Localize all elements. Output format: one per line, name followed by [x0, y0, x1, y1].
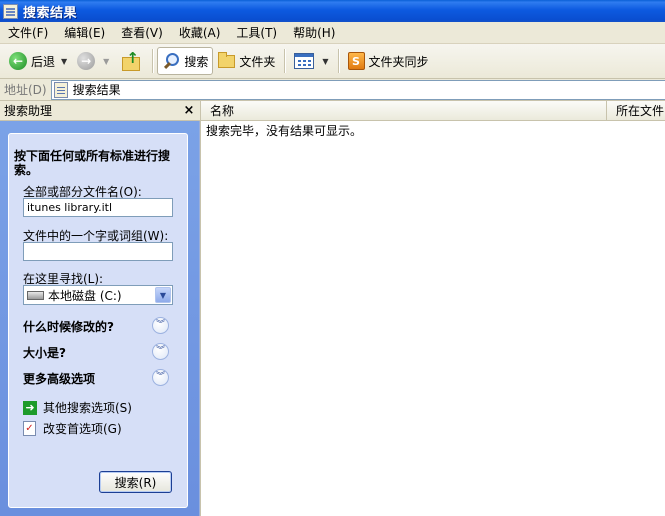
folders-button[interactable]: 文件夹 [213, 47, 280, 75]
search-assistant-header: 搜索助理 × [0, 101, 200, 121]
change-preferences-label: 改变首选项(G) [43, 422, 122, 436]
up-folder-button[interactable] [114, 47, 148, 75]
search-label: 搜索 [184, 54, 209, 69]
search-instructions: 按下面任何或所有标准进行搜索。 [14, 149, 171, 177]
search-assistant-title: 搜索助理 [4, 104, 53, 118]
menu-help[interactable]: 帮助(H) [285, 22, 343, 44]
toolbar-separator [284, 49, 286, 73]
window-title: 搜索结果 [23, 5, 78, 21]
preferences-check-icon: ✓ [23, 421, 36, 436]
search-results-icon [53, 81, 68, 98]
folder-up-icon [121, 49, 141, 71]
run-search-button[interactable]: 搜索(R) [99, 471, 172, 493]
folder-sync-label: 文件夹同步 [368, 54, 429, 69]
search-button[interactable]: 搜索 [157, 47, 214, 75]
folder-sync-button[interactable]: S 文件夹同步 [343, 47, 434, 75]
expand-when-modified-icon[interactable]: ︾ [152, 317, 169, 334]
other-search-options-label: 其他搜索选项(S) [43, 401, 132, 415]
folders-label: 文件夹 [239, 54, 276, 69]
menu-tools[interactable]: 工具(T) [228, 22, 285, 44]
results-column-headers: 名称 所在文件 [201, 101, 665, 121]
expand-size-icon[interactable]: ︾ [152, 343, 169, 360]
forward-arrow-icon: → [77, 52, 96, 70]
column-header-in-folder[interactable]: 所在文件 [607, 101, 665, 120]
section-size[interactable]: 大小是? [23, 344, 66, 361]
other-search-options-link[interactable]: ➜ 其他搜索选项(S) [23, 399, 132, 416]
word-or-phrase-input[interactable] [23, 242, 173, 261]
section-advanced-options[interactable]: 更多高级选项 [23, 370, 95, 387]
green-arrow-icon: ➜ [23, 400, 37, 415]
filename-input[interactable]: itunes library.itl [23, 198, 173, 217]
column-header-name[interactable]: 名称 [201, 101, 607, 120]
title-bar: 搜索结果 [0, 0, 665, 22]
chevron-down-icon[interactable]: ▼ [155, 287, 171, 303]
toolbar-separator [337, 49, 339, 73]
back-button[interactable]: ← 后退 ▼ [4, 47, 72, 75]
menu-view[interactable]: 查看(V) [113, 22, 171, 44]
views-icon [294, 53, 315, 69]
menu-bar: 文件(F) 编辑(E) 查看(V) 收藏(A) 工具(T) 帮助(H) [0, 22, 665, 44]
toolbar-separator [152, 49, 154, 73]
menu-favorites[interactable]: 收藏(A) [171, 22, 229, 44]
toolbar: ← 后退 ▼ → ▼ 搜索 文件夹 ▼ S 文件夹同步 [0, 44, 665, 79]
search-window-icon [3, 3, 18, 19]
address-field[interactable]: 搜索结果 [50, 79, 665, 100]
views-dropdown-icon[interactable]: ▼ [322, 57, 328, 66]
change-preferences-link[interactable]: ✓ 改变首选项(G) [23, 420, 122, 437]
back-arrow-icon: ← [9, 52, 27, 70]
results-list[interactable]: 搜索完毕，没有结果可显示。 [201, 121, 665, 516]
expand-advanced-options-icon[interactable]: ︾ [152, 369, 169, 386]
look-in-select[interactable]: 本地磁盘 (C:) ▼ [23, 285, 173, 305]
back-dropdown-icon[interactable]: ▼ [61, 57, 67, 66]
forward-dropdown-icon[interactable]: ▼ [103, 57, 109, 66]
no-results-message: 搜索完毕，没有结果可显示。 [206, 124, 363, 138]
menu-edit[interactable]: 编辑(E) [56, 22, 113, 44]
hard-drive-icon [27, 290, 44, 300]
views-button[interactable]: ▼ [289, 47, 333, 75]
sync-icon: S [347, 52, 365, 70]
folder-icon [218, 51, 236, 68]
look-in-value: 本地磁盘 (C:) [48, 288, 122, 303]
address-label: 地址(D) [4, 83, 47, 97]
back-label: 后退 [31, 54, 56, 69]
magnifier-icon [162, 52, 180, 70]
section-when-modified[interactable]: 什么时候修改的? [23, 318, 114, 335]
forward-button[interactable]: → ▼ [72, 47, 114, 75]
close-icon[interactable]: × [182, 103, 196, 118]
address-bar: 地址(D) 搜索结果 [0, 79, 665, 101]
menu-file[interactable]: 文件(F) [0, 22, 56, 44]
address-value: 搜索结果 [72, 83, 121, 97]
